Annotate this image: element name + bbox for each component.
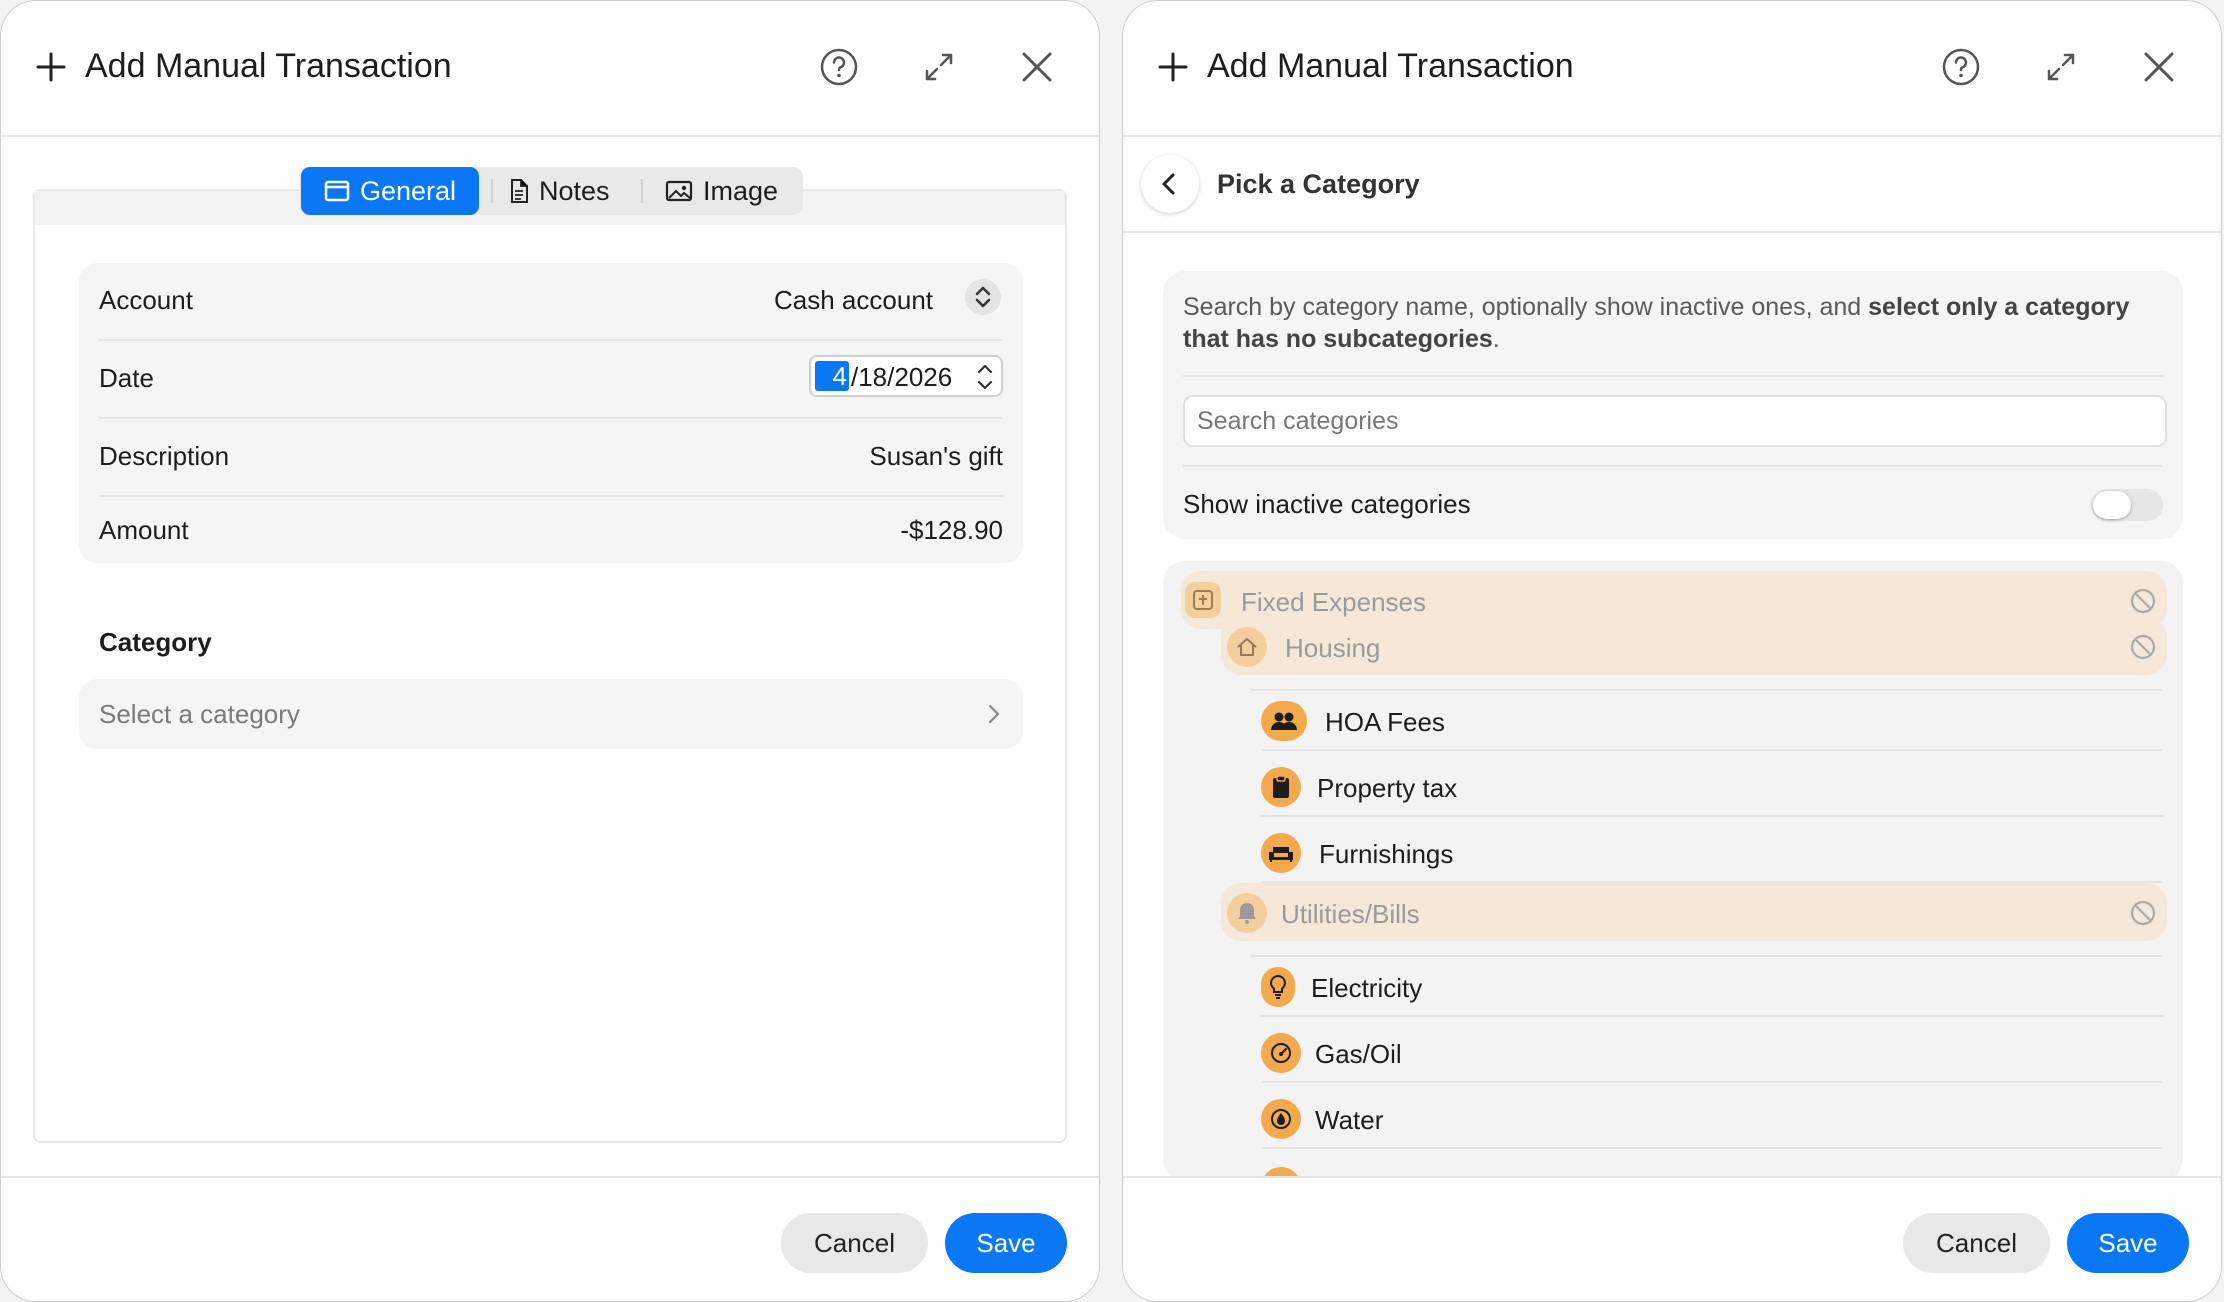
close-icon[interactable] [1017, 47, 1057, 87]
account-label: Account [99, 285, 193, 315]
help-icon[interactable] [819, 47, 859, 87]
add-transaction-window-general: Add Manual Transaction General Notes Ima… [0, 0, 1100, 1302]
category-item-hoa-fees[interactable]: HOA Fees [1261, 691, 2163, 751]
category-item-property-tax[interactable]: Property tax [1261, 757, 2163, 817]
water-drop-icon [1261, 1099, 1301, 1139]
amount-label: Amount [99, 515, 189, 545]
category-name: Furnishings [1319, 839, 1454, 869]
window-icon [324, 180, 350, 202]
category-name: HOA Fees [1325, 707, 1445, 737]
date-row: Date 4 /18/2026 [99, 341, 1003, 419]
chevron-right-icon [988, 704, 1000, 724]
description-row[interactable]: Description Susan's gift [99, 419, 1003, 497]
chevron-updown-icon [975, 286, 991, 308]
tab-image[interactable]: Image [665, 167, 778, 215]
window-footer: Cancel Save [1123, 1176, 2221, 1301]
window-header: Add Manual Transaction [1, 1, 1099, 137]
window-title: Add Manual Transaction [85, 47, 452, 85]
account-popup-stepper[interactable] [965, 279, 1001, 315]
date-label: Date [99, 363, 154, 393]
window-footer: Cancel Save [1, 1176, 1099, 1301]
picker-options: Search by category name, optionally show… [1163, 271, 2183, 539]
plus-icon [1158, 52, 1188, 82]
category-item-water[interactable]: Water [1261, 1089, 2163, 1149]
back-button[interactable] [1141, 155, 1199, 213]
date-month-selected[interactable]: 4 [815, 361, 849, 391]
category-name: Electricity [1311, 973, 1423, 1003]
help-icon[interactable] [1941, 47, 1981, 87]
category-placeholder: Select a category [99, 699, 300, 729]
description-value[interactable]: Susan's gift [869, 441, 1003, 472]
close-icon[interactable] [2139, 47, 2179, 87]
pin-icon [1185, 582, 1221, 618]
date-stepper-icon[interactable] [975, 359, 995, 395]
gauge-icon [1261, 1033, 1301, 1073]
picker-description: Search by category name, optionally show… [1183, 293, 2130, 353]
window-title: Add Manual Transaction [1207, 47, 1574, 85]
category-name: Water [1315, 1105, 1384, 1135]
add-transaction-window-category-picker: Add Manual Transaction Pick a Category S… [1122, 0, 2222, 1302]
account-row[interactable]: Account Cash account [99, 263, 1003, 341]
picker-subheader: Pick a Category [1123, 135, 2221, 233]
category-heading: Category [99, 627, 212, 657]
date-picker[interactable]: 4 /18/2026 [809, 355, 1003, 397]
category-name: Utilities/Bills [1281, 899, 1420, 929]
bell-icon [1227, 893, 1267, 933]
tab-general-label: General [359, 176, 457, 206]
show-inactive-label: Show inactive categories [1183, 489, 1471, 519]
picker-title: Pick a Category [1217, 169, 1420, 199]
tab-image-label: Image [703, 176, 779, 206]
people-icon [1261, 701, 1307, 741]
chevron-left-icon [1162, 173, 1175, 195]
date-rest[interactable]: /18/2026 [851, 362, 952, 393]
cancel-button[interactable]: Cancel [781, 1213, 928, 1273]
category-name: Gas/Oil [1315, 1039, 1402, 1069]
tab-notes[interactable]: Notes [509, 167, 610, 215]
plus-icon [36, 52, 66, 82]
save-button[interactable]: Save [2067, 1213, 2189, 1273]
save-button[interactable]: Save [945, 1213, 1067, 1273]
inactive-ban-icon[interactable] [2129, 899, 2157, 927]
show-inactive-toggle[interactable] [2091, 489, 2163, 521]
category-name: Housing [1285, 633, 1381, 663]
category-select[interactable]: Select a category [79, 679, 1023, 749]
category-name: Fixed Expenses [1241, 587, 1426, 617]
sofa-icon [1261, 833, 1301, 873]
expand-icon[interactable] [2041, 47, 2081, 87]
clipboard-icon [1261, 767, 1301, 807]
category-item-electricity[interactable]: Electricity [1261, 957, 2163, 1017]
description-label: Description [99, 441, 230, 471]
tab-general[interactable]: General [301, 167, 479, 215]
category-name: Property tax [1317, 773, 1458, 803]
amount-row[interactable]: Amount -$128.90 [99, 493, 1003, 569]
tab-bar: General Notes Image [299, 167, 803, 215]
transaction-form: Account Cash account Date 4 /18/2026 Des… [79, 263, 1023, 563]
cancel-button[interactable]: Cancel [1903, 1213, 2050, 1273]
expand-icon[interactable] [919, 47, 959, 87]
account-value: Cash account [774, 285, 933, 315]
document-icon [511, 179, 528, 203]
category-list: Fixed Expenses Housing HOA Fees Property… [1163, 561, 2183, 1181]
house-icon [1227, 627, 1267, 667]
inactive-ban-icon[interactable] [2129, 633, 2157, 661]
tab-notes-label: Notes [539, 176, 610, 206]
category-group-utilities-bills[interactable]: Utilities/Bills [1221, 883, 2167, 941]
amount-value[interactable]: -$128.90 [900, 515, 1003, 546]
category-item-gas-oil[interactable]: Gas/Oil [1261, 1023, 2163, 1083]
inactive-ban-icon[interactable] [2129, 587, 2157, 615]
search-categories-input[interactable] [1183, 395, 2167, 447]
photo-icon [665, 180, 693, 202]
category-item-furnishings[interactable]: Furnishings [1261, 823, 2163, 883]
lightbulb-icon [1261, 967, 1295, 1007]
category-group-housing[interactable]: Housing [1221, 617, 2167, 675]
window-header: Add Manual Transaction [1123, 1, 2221, 137]
